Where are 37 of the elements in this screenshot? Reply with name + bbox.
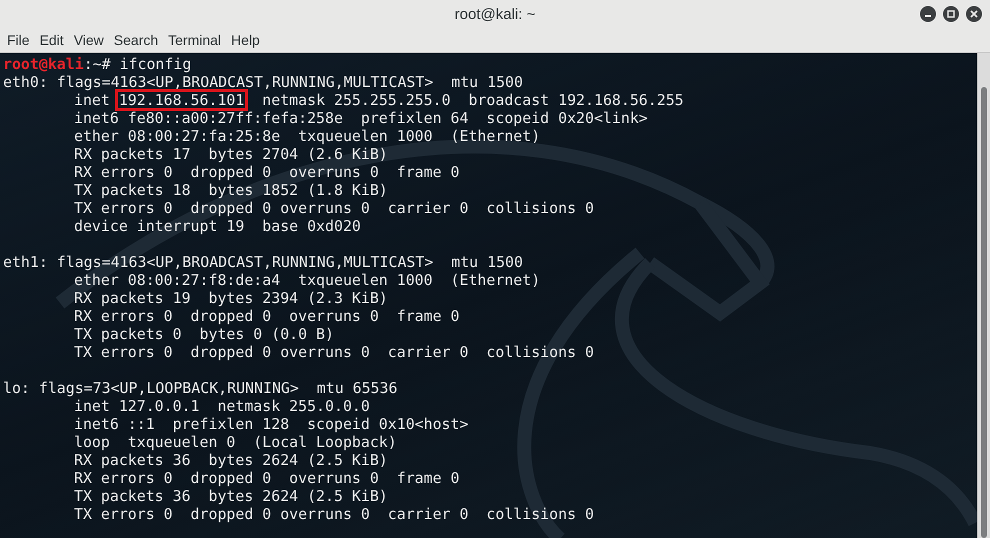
close-icon — [970, 10, 978, 18]
output-line: inet6 fe80::a00:27ff:fefa:258e prefixlen 64 scopeid 0x20<link> — [73, 109, 649, 127]
output-line: TX errors 0 dropped 0 overruns 0 carrier 0 collisions 0 — [73, 199, 595, 217]
prompt-line: root@kali:~# ifconfig — [3, 55, 192, 73]
maximize-icon — [947, 10, 955, 18]
close-button[interactable] — [966, 6, 982, 22]
menu-item[interactable]: Terminal — [163, 32, 226, 48]
menu-item[interactable]: Edit — [34, 32, 69, 48]
output-line: TX packets 36 bytes 2624 (2.5 KiB) — [73, 487, 389, 505]
output-line: RX errors 0 dropped 0 overruns 0 frame 0 — [73, 163, 460, 181]
output-line: TX errors 0 dropped 0 overruns 0 carrier 0 collisions 0 — [73, 343, 595, 361]
output-line: RX packets 17 bytes 2704 (2.6 KiB) — [73, 145, 389, 163]
window-title: root@kali: ~ — [454, 6, 536, 22]
menu-item[interactable]: File — [2, 32, 35, 48]
output-line: RX packets 36 bytes 2624 (2.5 KiB) — [73, 451, 389, 469]
output-line: ether 08:00:27:fa:25:8e txqueuelen 1000 (Ethernet) — [73, 127, 542, 145]
output-line: TX packets 18 bytes 1852 (1.8 KiB) — [73, 181, 389, 199]
output-line: loop txqueuelen 0 (Local Loopback) — [73, 433, 398, 451]
output-line: inet 127.0.0.1 netmask 255.0.0.0 — [73, 397, 371, 415]
output-line: inet6 ::1 prefixlen 128 scopeid 0x10<host> — [73, 415, 470, 433]
output-line: RX packets 19 bytes 2394 (2.3 KiB) — [73, 289, 389, 307]
output-line: RX errors 0 dropped 0 overruns 0 frame 0 — [73, 469, 460, 487]
output-line: TX packets 0 bytes 0 (0.0 B) — [73, 325, 335, 343]
output-line: RX errors 0 dropped 0 overruns 0 frame 0 — [73, 307, 460, 325]
output-line: inet 192.168.56.101 netmask 255.255.255.0 broadcast 192.168.56.255 — [73, 91, 685, 109]
menu-item[interactable]: Help — [226, 32, 265, 48]
minimize-button[interactable] — [920, 6, 936, 22]
scrollbar[interactable] — [977, 53, 990, 538]
maximize-button[interactable] — [943, 6, 959, 22]
menu-item[interactable]: Search — [108, 32, 164, 48]
output-line: ether 08:00:27:f8:de:a4 txqueuelen 1000 (Ethernet) — [73, 271, 542, 289]
output-line: eth1: flags=4163<UP,BROADCAST,RUNNING,MULTICAST> mtu 1500 — [3, 253, 524, 271]
output-line: lo: flags=73<UP,LOOPBACK,RUNNING> mtu 65536 — [3, 379, 398, 397]
menu-item[interactable]: View — [68, 32, 109, 48]
output-line: eth0: flags=4163<UP,BROADCAST,RUNNING,MULTICAST> mtu 1500 — [3, 73, 524, 91]
output-line: device interrupt 19 base 0xd020 — [73, 217, 362, 235]
output-line: TX errors 0 dropped 0 overruns 0 carrier 0 collisions 0 — [73, 505, 595, 523]
